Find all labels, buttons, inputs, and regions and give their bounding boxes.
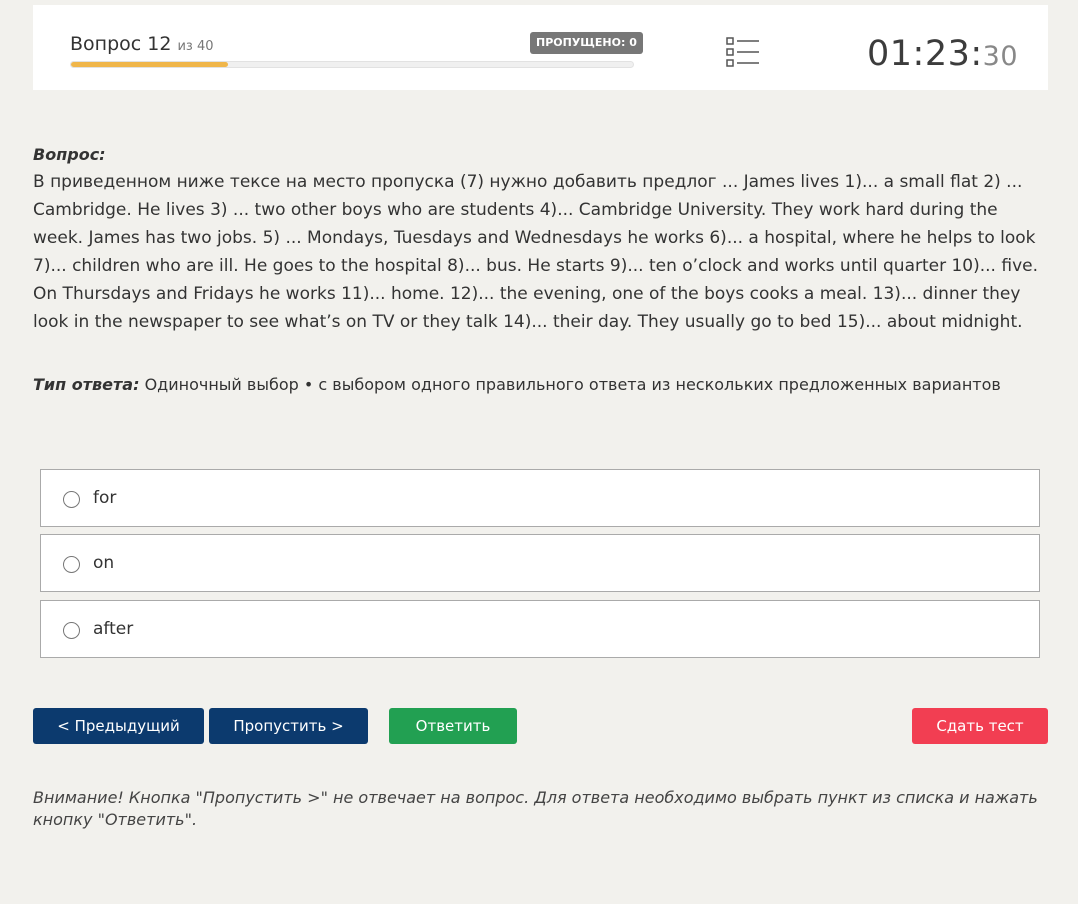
question-text: В приведенном ниже тексе на место пропус… [33, 172, 1039, 332]
timer-main: 01:23: [866, 34, 983, 74]
skipped-badge: ПРОПУЩЕНО: 0 [530, 32, 643, 54]
progress-fill [71, 62, 229, 67]
warning-note: Внимание! Кнопка "Пропустить >" не отвеч… [33, 788, 1038, 829]
timer: 01:23:30 [867, 34, 1018, 74]
option-for[interactable]: for [40, 469, 1040, 527]
list-icon[interactable] [725, 36, 761, 68]
radio-icon[interactable] [63, 556, 80, 573]
previous-button[interactable]: < Предыдущий [33, 708, 204, 744]
radio-icon[interactable] [63, 491, 80, 508]
skip-button[interactable]: Пропустить > [209, 708, 368, 744]
question-number: Вопрос 12 [70, 33, 172, 55]
answer-type-value: Одиночный выбор • с выбором одного прави… [144, 375, 1001, 394]
question-label: Вопрос: [33, 145, 106, 164]
radio-icon[interactable] [63, 622, 80, 639]
question-total: из 40 [177, 39, 214, 54]
timer-seconds: 30 [982, 41, 1018, 72]
submit-test-button[interactable]: Сдать тест [912, 708, 1048, 744]
header-bar: Вопрос 12 из 40 ПРОПУЩЕНО: 0 01:23:30 [33, 5, 1048, 90]
answer-type-label: Тип ответа: [33, 375, 140, 394]
option-on[interactable]: on [40, 534, 1040, 592]
answer-button[interactable]: Ответить [389, 708, 517, 744]
question-counter: Вопрос 12 из 40 [70, 33, 214, 55]
option-after[interactable]: after [40, 600, 1040, 658]
option-label: after [93, 619, 134, 639]
option-label: for [93, 488, 117, 508]
progress-bar [70, 61, 634, 68]
option-label: on [93, 553, 115, 573]
answer-type: Тип ответа: Одиночный выбор • с выбором … [33, 375, 1048, 394]
